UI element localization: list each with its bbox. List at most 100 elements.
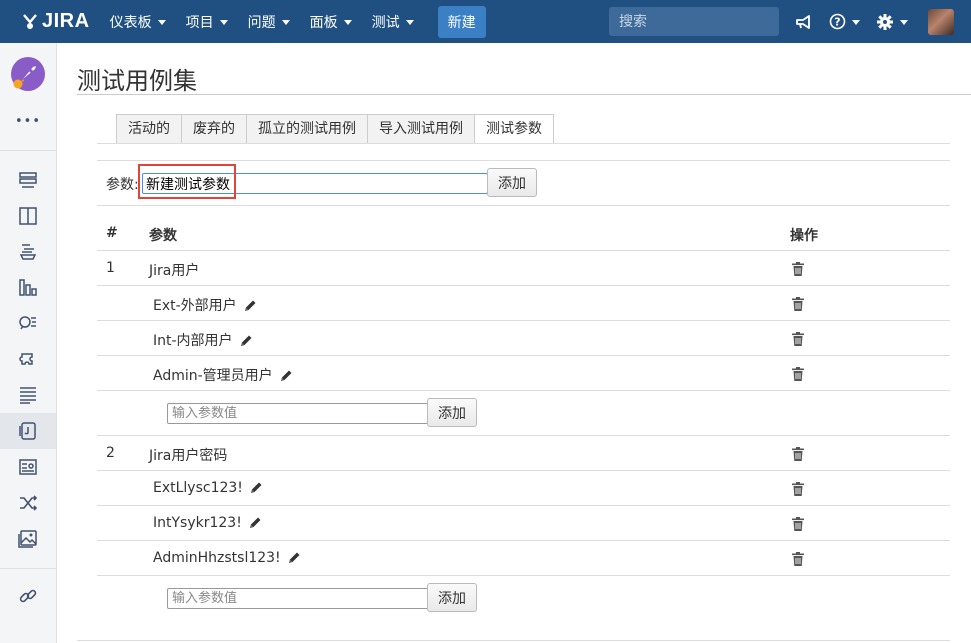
tab-divider — [97, 143, 950, 144]
tab-test-parameters[interactable]: 测试参数 — [474, 114, 554, 144]
highlight-box — [138, 164, 236, 199]
project-sidebar: ••• — [0, 43, 57, 643]
test-cases-icon — [19, 422, 36, 440]
releases-icon — [19, 244, 37, 260]
table-row-divider — [97, 390, 950, 391]
create-button[interactable]: 新建 — [437, 5, 486, 38]
table-row-divider — [97, 250, 950, 251]
nav-boards[interactable]: 面板 — [310, 12, 352, 32]
help-icon: ? — [829, 13, 846, 30]
param-value: Ext-外部用户 — [153, 298, 237, 314]
trash-icon[interactable] — [792, 482, 804, 496]
nav-projects[interactable]: 项目 — [186, 12, 228, 32]
sidebar-item-test-plans[interactable] — [0, 377, 56, 413]
logo-text: JIRA — [42, 10, 90, 32]
sidebar-divider — [0, 568, 56, 569]
param-value-input[interactable] — [167, 588, 431, 609]
jira-logo[interactable]: JIRA — [20, 10, 90, 33]
chevron-down-icon — [900, 20, 908, 25]
top-navigation-bar: JIRA 仪表板 项目 问题 面板 测试 新建 ? — [0, 0, 971, 43]
table-row-divider — [97, 505, 950, 506]
tab-orphaned[interactable]: 孤立的测试用例 — [246, 114, 367, 144]
sidebar-item-components[interactable] — [0, 341, 56, 377]
trash-icon[interactable] — [792, 332, 804, 346]
chevron-down-icon — [405, 20, 414, 25]
pencil-icon[interactable] — [239, 334, 253, 348]
sidebar-item-releases[interactable] — [0, 233, 56, 269]
tab-active[interactable]: 活动的 — [116, 114, 181, 144]
add-param-button[interactable]: 添加 — [487, 168, 537, 197]
param-name: Jira用户 — [149, 263, 200, 279]
table-row-divider — [97, 575, 950, 576]
param-num: 2 — [106, 445, 115, 461]
trash-icon[interactable] — [792, 367, 804, 381]
col-header-param: 参数 — [149, 228, 177, 244]
project-avatar[interactable] — [11, 57, 45, 91]
trash-icon[interactable] — [792, 297, 804, 311]
tab-import[interactable]: 导入测试用例 — [367, 114, 474, 144]
sidebar-item-links[interactable] — [0, 578, 56, 614]
trash-icon[interactable] — [792, 262, 804, 276]
table-row-divider — [97, 285, 950, 286]
jira-logo-icon — [23, 13, 37, 29]
param-value-row: Int-内部用户 — [153, 330, 253, 350]
col-header-num: # — [106, 225, 118, 241]
nav-dashboards[interactable]: 仪表板 — [110, 12, 166, 32]
param-value-input[interactable] — [167, 403, 431, 424]
trash-icon[interactable] — [792, 552, 804, 566]
tab-deprecated[interactable]: 废弃的 — [181, 114, 246, 144]
param-value-row: AdminHhzstsl123! — [153, 550, 301, 566]
pencil-icon[interactable] — [287, 551, 301, 565]
page-title: 测试用例集 — [77, 67, 197, 95]
nav-tests[interactable]: 测试 — [372, 12, 414, 32]
sidebar-item-backlog[interactable] — [0, 162, 56, 198]
nav-issues[interactable]: 问题 — [248, 12, 290, 32]
pencil-icon[interactable] — [243, 299, 257, 313]
pencil-icon[interactable] — [248, 516, 262, 530]
link-icon — [19, 589, 37, 603]
gallery-icon — [18, 530, 37, 548]
table-row-divider — [97, 320, 950, 321]
more-button[interactable]: ••• — [0, 103, 56, 139]
sidebar-item-test-cases[interactable] — [0, 413, 56, 449]
sidebar-item-search[interactable] — [0, 305, 56, 341]
nav-label: 仪表板 — [109, 14, 152, 31]
table-row-divider — [97, 355, 950, 356]
traceability-icon — [20, 495, 38, 511]
trash-icon[interactable] — [792, 447, 804, 461]
nav-label: 面板 — [309, 14, 338, 31]
param-value-row: Ext-外部用户 — [153, 295, 257, 315]
add-value-button[interactable]: 添加 — [427, 583, 477, 612]
components-icon — [19, 353, 33, 365]
test-plans-icon — [20, 387, 36, 404]
chevron-down-icon — [281, 20, 290, 25]
board-icon — [19, 207, 37, 225]
divider — [97, 205, 950, 206]
search-input[interactable] — [609, 12, 795, 31]
pencil-icon[interactable] — [249, 481, 263, 495]
table-row-divider — [77, 640, 950, 641]
nav-label: 项目 — [185, 14, 214, 31]
trash-icon[interactable] — [792, 517, 804, 531]
chevron-down-icon — [852, 20, 860, 25]
feedback-button[interactable] — [795, 14, 813, 30]
user-avatar[interactable] — [928, 8, 954, 35]
param-value: AdminHhzstsl123! — [153, 550, 281, 566]
sidebar-item-traceability[interactable] — [0, 485, 56, 521]
param-value-row: IntYsykr123! — [153, 515, 262, 531]
table-row-divider — [97, 540, 950, 541]
backlog-icon — [19, 172, 37, 188]
help-button[interactable]: ? — [829, 13, 860, 30]
issues-search-icon — [19, 316, 36, 330]
sidebar-item-test-runs[interactable] — [0, 449, 56, 485]
sidebar-item-reports[interactable] — [0, 269, 56, 305]
table-row-divider — [97, 435, 950, 436]
settings-button[interactable] — [876, 13, 908, 31]
pencil-icon[interactable] — [279, 369, 293, 383]
col-header-action: 操作 — [790, 228, 818, 244]
add-value-button[interactable]: 添加 — [427, 398, 477, 427]
sidebar-item-board[interactable] — [0, 198, 56, 234]
reports-icon — [19, 279, 37, 296]
search-box[interactable] — [609, 7, 795, 36]
sidebar-item-gallery[interactable] — [0, 521, 56, 557]
